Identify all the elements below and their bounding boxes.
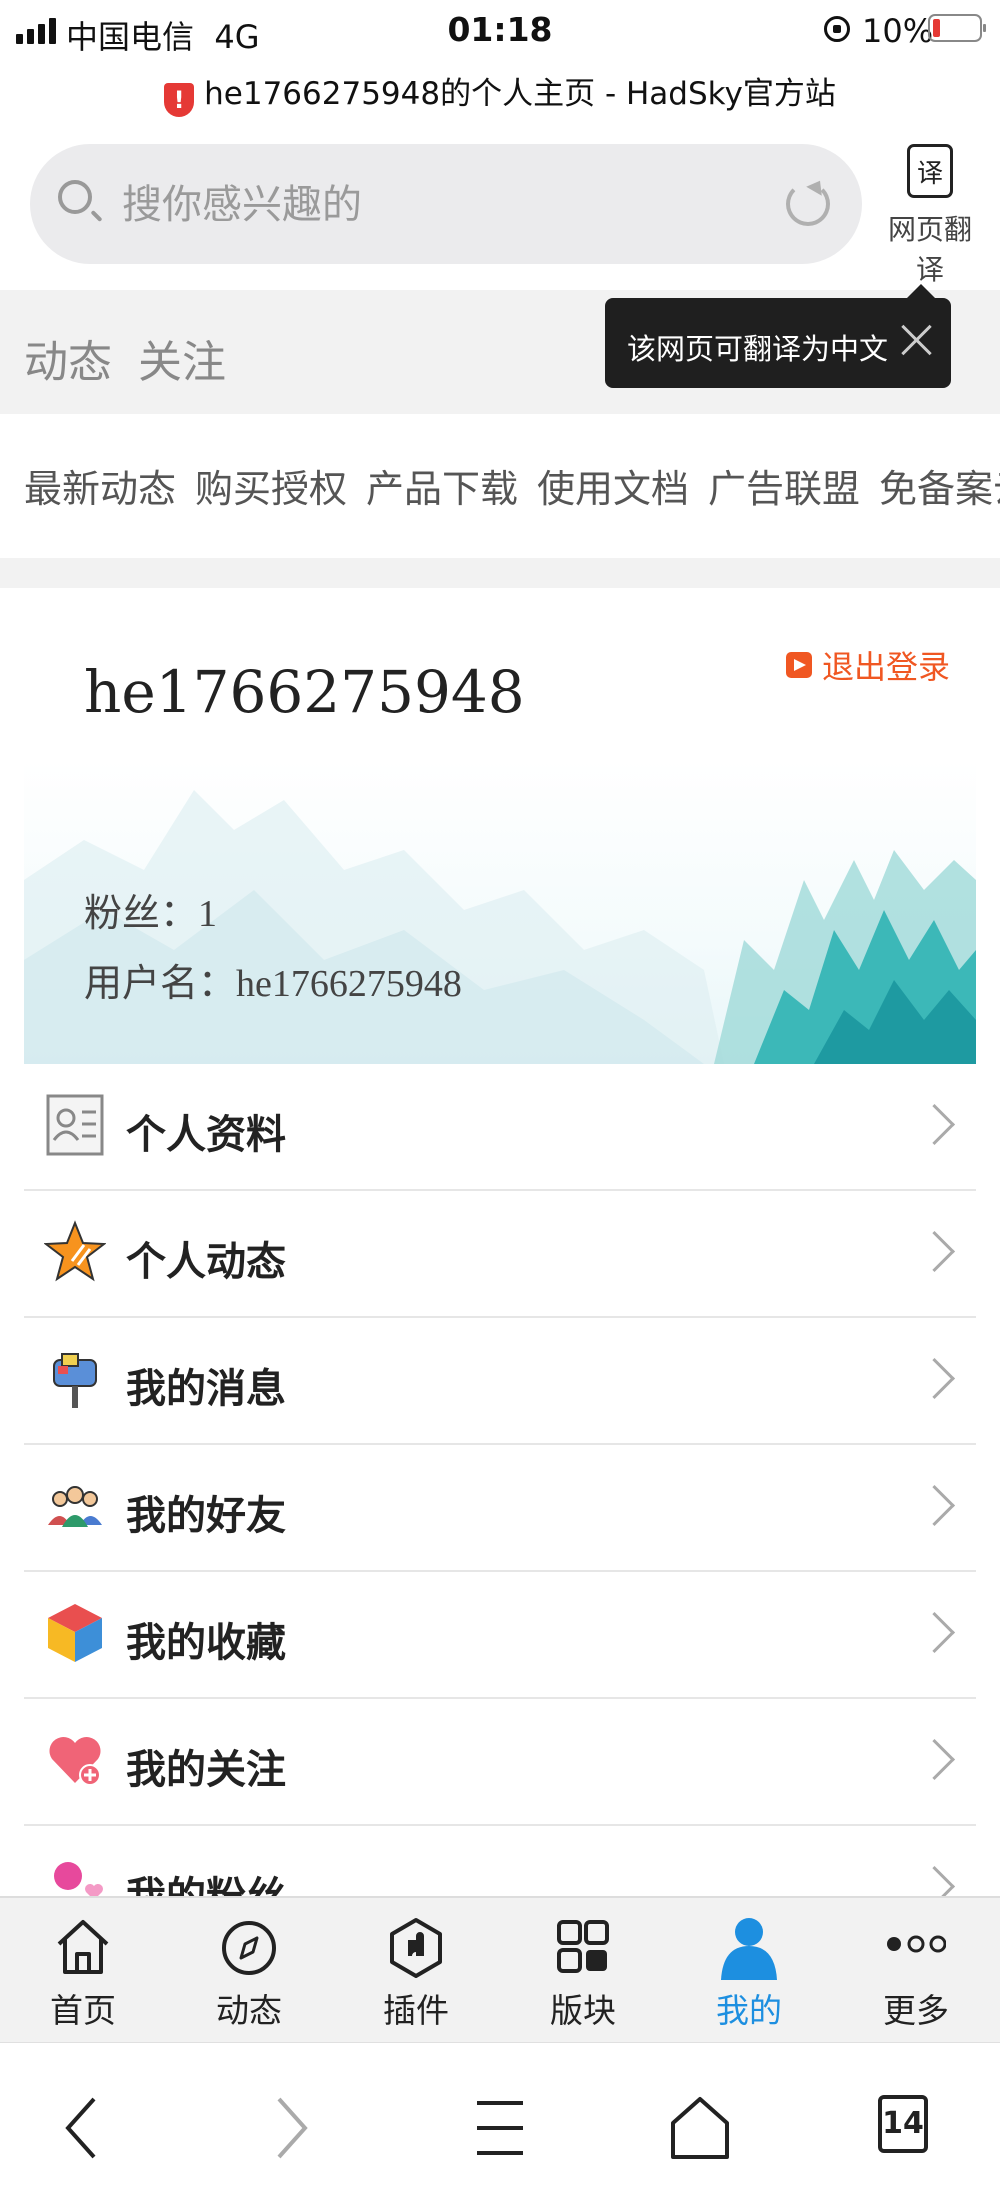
forward-icon[interactable] [255,2093,325,2163]
translate-tooltip: 该网页可翻译为中文 [605,284,951,388]
profile-banner: 粉丝：1 用户名：he1766275948 [24,760,976,1064]
nav-link-ads[interactable]: 广告联盟 [708,458,860,513]
username-value: he1766275948 [236,963,462,1005]
nav-label: 插件 [383,1991,449,2030]
friends-icon [48,1486,102,1527]
more-icon [887,1935,946,1953]
mailbox-icon [53,1353,97,1408]
nav-mine[interactable]: 我的 [666,1898,832,2044]
translate-label: 网页翻译 [887,213,972,286]
nav-more[interactable]: 更多 [833,1898,999,2044]
menu-item-favorites[interactable]: 我的收藏 [24,1572,976,1699]
profile-card-icon [46,1094,104,1156]
translate-icon: 译 [907,144,953,198]
star-icon [44,1220,106,1282]
nav-link-docs[interactable]: 使用文档 [537,458,689,513]
search-input[interactable] [120,176,744,234]
menu-item-following[interactable]: 我的关注 [24,1699,976,1826]
close-icon[interactable] [897,320,937,360]
app-bottom-nav: 首页 动态 插件 版块 我的 更多 [0,1896,1000,2044]
tab-follow[interactable]: 关注 [138,326,226,390]
chevron-right-icon [913,1611,956,1654]
nav-label: 动态 [216,1991,282,2030]
browser-toolbar: 14 [0,2042,1000,2209]
tooltip-text: 该网页可翻译为中文 [627,332,889,366]
username-label: 用户名： [84,963,237,1005]
shield-icon: ! [164,83,195,117]
home-icon[interactable] [665,2093,735,2163]
chevron-right-icon [913,1738,956,1781]
profile-username: he1766275948 [84,658,525,726]
profile-menu: 个人资料 个人动态 我的消息 我的好友 我的收藏 我的关注 我的粉丝 [24,1064,976,1953]
translate-button[interactable]: 译 网页翻译 [880,140,980,288]
menu-item-activity[interactable]: 个人动态 [24,1191,976,1318]
page-title: ! he1766275948的个人主页 - HadSky官方站 [0,68,1000,117]
refresh-icon[interactable] [786,182,830,226]
grid-icon [557,1920,609,1973]
menu-icon[interactable] [465,2093,535,2163]
nav-link-buy[interactable]: 购买授权 [195,458,347,513]
nav-link-download[interactable]: 产品下载 [366,458,518,513]
tabs-count-button[interactable]: 14 [878,2095,928,2153]
site-nav: 最新动态 购买授权 产品下载 使用文档 广告联盟 免备案云 [0,418,1000,558]
compass-icon [222,1921,276,1975]
menu-item-friends[interactable]: 我的好友 [24,1445,976,1572]
clock: 01:18 [447,10,553,49]
page-title-text: he1766275948的个人主页 - HadSky官方站 [204,76,836,112]
menu-item-label: 我的消息 [126,1366,286,1412]
menu-item-profile[interactable]: 个人资料 [24,1064,976,1191]
status-bar: 中国电信 4G 01:18 10% [0,0,1000,62]
search-bar[interactable] [30,144,862,264]
fans-count: 1 [198,893,218,935]
section-divider [0,558,1000,588]
fans-label: 粉丝： [84,893,199,935]
logout-label: 退出登录 [822,648,951,686]
nav-label: 版块 [550,1991,616,2030]
nav-label: 首页 [50,1991,116,2030]
nav-plugins[interactable]: 插件 [333,1898,499,2044]
chevron-right-icon [913,1230,956,1273]
nav-link-cloud[interactable]: 免备案云 [879,458,1000,513]
menu-item-label: 个人资料 [126,1112,286,1158]
chevron-right-icon [913,1103,956,1146]
nav-home[interactable]: 首页 [0,1898,166,2044]
plugin-icon [390,1918,442,1978]
nav-dynamic[interactable]: 动态 [166,1898,332,2044]
search-icon [58,180,92,214]
logout-icon [786,652,812,678]
nav-link-latest[interactable]: 最新动态 [24,458,176,513]
nav-label: 更多 [883,1991,949,2030]
user-icon [721,1918,777,1980]
heart-plus-icon [49,1736,101,1786]
chevron-right-icon [913,1484,956,1527]
menu-item-messages[interactable]: 我的消息 [24,1318,976,1445]
chevron-right-icon [913,1357,956,1400]
battery-percent: 10% [862,12,934,50]
logout-button[interactable]: 退出登录 [786,642,950,688]
home-icon [57,1920,109,1974]
menu-item-label: 我的好友 [126,1493,286,1539]
nav-boards[interactable]: 版块 [500,1898,666,2044]
back-icon[interactable] [48,2093,118,2163]
orientation-lock-icon [824,16,850,42]
menu-item-label: 个人动态 [126,1239,286,1285]
cube-icon [48,1604,102,1662]
menu-item-label: 我的收藏 [126,1620,286,1666]
battery-icon [928,14,986,42]
tab-dynamic[interactable]: 动态 [24,326,112,390]
nav-label: 我的 [716,1991,782,2030]
menu-item-label: 我的关注 [126,1747,286,1793]
